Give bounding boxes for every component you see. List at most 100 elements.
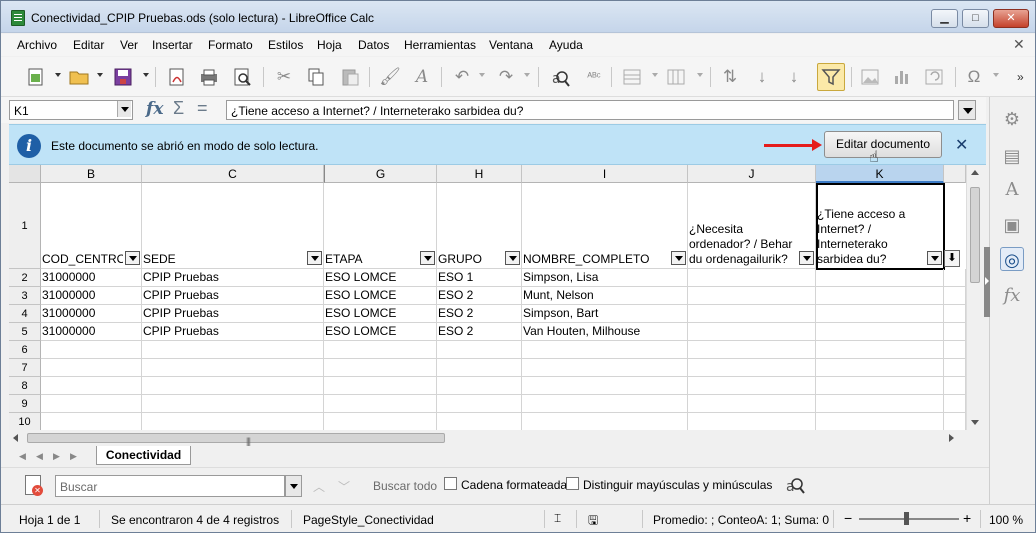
scroll-up-arrow-icon[interactable]	[971, 170, 979, 175]
cell-overflow[interactable]	[944, 287, 966, 305]
autofilter-button-c[interactable]	[307, 251, 322, 265]
gallery-icon[interactable]: ▣	[1000, 213, 1024, 237]
sheet-position[interactable]: Hoja 1 de 1	[19, 513, 80, 527]
clear-formatting-icon[interactable]: A	[411, 66, 433, 88]
vertical-scrollbar[interactable]	[966, 165, 982, 430]
cell-h9[interactable]	[437, 395, 522, 413]
find-replace-icon[interactable]: a	[549, 66, 571, 88]
cell-h4[interactable]: ESO 2	[437, 305, 522, 323]
cell-h7[interactable]	[437, 359, 522, 377]
column-header-b[interactable]: B	[41, 165, 142, 183]
cell-h3[interactable]: ESO 2	[437, 287, 522, 305]
sort-ascending-icon[interactable]: ↓	[751, 66, 773, 88]
cell-b6[interactable]	[41, 341, 142, 359]
close-infobar-icon[interactable]: ✕	[955, 135, 968, 155]
column-dropdown[interactable]	[697, 73, 703, 77]
autofilter-button-b[interactable]	[125, 251, 140, 265]
zoom-slider-knob[interactable]	[904, 512, 909, 525]
column-header-g[interactable]: G	[324, 165, 437, 183]
cell-g9[interactable]	[324, 395, 437, 413]
cell-b4[interactable]: 31000000	[41, 305, 142, 323]
formula-input[interactable]: ¿Tiene acceso a Internet? / Interneterak…	[226, 100, 954, 120]
cell-h6[interactable]	[437, 341, 522, 359]
autofilter-button-i[interactable]	[671, 251, 686, 265]
row-header-8[interactable]: 8	[9, 377, 41, 395]
new-document-icon[interactable]	[25, 66, 47, 88]
redo-dropdown[interactable]	[524, 73, 530, 77]
cell-j3[interactable]	[688, 287, 816, 305]
header-cell-sede[interactable]: SEDE	[142, 183, 324, 269]
styles-icon[interactable]: ▤	[1000, 144, 1024, 168]
navigator-compass-icon[interactable]: ◎	[1000, 247, 1024, 271]
sidebar-collapse-handle[interactable]	[984, 247, 990, 317]
scroll-right-arrow-icon[interactable]	[949, 434, 954, 442]
clone-formatting-icon[interactable]: 🖌	[379, 66, 401, 88]
menu-herramientas[interactable]: Herramientas	[404, 38, 476, 52]
minimize-button[interactable]: ▁	[931, 9, 958, 28]
cell-b9[interactable]	[41, 395, 142, 413]
cell-k7[interactable]	[816, 359, 944, 377]
cell-k5[interactable]	[816, 323, 944, 341]
autofilter-button-g[interactable]	[420, 251, 435, 265]
cell-h8[interactable]	[437, 377, 522, 395]
column-icon[interactable]	[665, 66, 687, 88]
autofill-options-icon[interactable]: ⬇	[944, 250, 960, 267]
edit-document-button[interactable]: Editar documento	[824, 131, 942, 158]
cell-b2[interactable]: 31000000	[41, 269, 142, 287]
formula-icon[interactable]: =	[197, 98, 208, 119]
horizontal-scrollbar[interactable]: |||	[9, 430, 966, 446]
scroll-down-arrow-icon[interactable]	[971, 420, 979, 425]
name-box-dropdown[interactable]	[117, 101, 131, 117]
close-window-button[interactable]: ✕	[993, 9, 1029, 28]
column-header-c[interactable]: C	[142, 165, 324, 183]
cell-j10[interactable]	[688, 413, 816, 430]
cell-c7[interactable]	[142, 359, 324, 377]
print-icon[interactable]	[198, 66, 220, 88]
column-header-i[interactable]: I	[522, 165, 688, 183]
name-box[interactable]: K1	[9, 100, 133, 120]
row-header-9[interactable]: 9	[9, 395, 41, 413]
cell-overflow[interactable]	[944, 377, 966, 395]
row-dropdown[interactable]	[652, 73, 658, 77]
row-header-7[interactable]: 7	[9, 359, 41, 377]
cell-g7[interactable]	[324, 359, 437, 377]
find-input[interactable]: Buscar	[55, 475, 285, 497]
cell-overflow[interactable]	[944, 341, 966, 359]
menu-insertar[interactable]: Insertar	[152, 38, 193, 52]
cell-j2[interactable]	[688, 269, 816, 287]
cell-h10[interactable]	[437, 413, 522, 430]
cell-overflow[interactable]	[944, 305, 966, 323]
new-document-dropdown[interactable]	[55, 73, 61, 77]
cell-i9[interactable]	[522, 395, 688, 413]
zoom-level[interactable]: 100 %	[989, 513, 1023, 527]
page-style[interactable]: PageStyle_Conectividad	[303, 513, 434, 527]
cell-b5[interactable]: 31000000	[41, 323, 142, 341]
styles-font-icon[interactable]: A	[1000, 178, 1024, 202]
row-icon[interactable]	[621, 66, 643, 88]
row-header-6[interactable]: 6	[9, 341, 41, 359]
menu-hoja[interactable]: Hoja	[317, 38, 342, 52]
cell-k6[interactable]	[816, 341, 944, 359]
horizontal-scroll-thumb[interactable]: |||	[27, 433, 445, 446]
match-case-label[interactable]: Distinguir mayúsculas y minúsculas	[583, 478, 772, 492]
menu-ver[interactable]: Ver	[120, 38, 138, 52]
sheet-tab-conectividad[interactable]: Conectividad	[96, 446, 191, 465]
find-next-icon[interactable]: ﹀	[338, 478, 350, 495]
next-sheet-icon[interactable]: ▶	[53, 451, 60, 462]
expand-formula-bar-button[interactable]	[958, 100, 976, 120]
header-cell-nombre-completo[interactable]: NOMBRE_COMPLETO	[522, 183, 688, 269]
header-cell-necesita-ordenador[interactable]: ¿Necesita ordenador? / Behar du ordenaga…	[688, 183, 816, 269]
menu-ventana[interactable]: Ventana	[489, 38, 533, 52]
cell-c10[interactable]	[142, 413, 324, 430]
redo-icon[interactable]: ↷	[495, 66, 517, 88]
close-find-bar-icon[interactable]	[25, 475, 43, 496]
save-dropdown[interactable]	[143, 73, 149, 77]
cell-j8[interactable]	[688, 377, 816, 395]
vertical-scroll-thumb[interactable]	[970, 187, 980, 283]
cell-c6[interactable]	[142, 341, 324, 359]
cell-k10[interactable]	[816, 413, 944, 430]
close-document-icon[interactable]: ✕	[1013, 36, 1025, 53]
maximize-button[interactable]: □	[962, 9, 989, 28]
formatted-display-checkbox[interactable]	[444, 477, 457, 490]
column-header-h[interactable]: H	[437, 165, 522, 183]
